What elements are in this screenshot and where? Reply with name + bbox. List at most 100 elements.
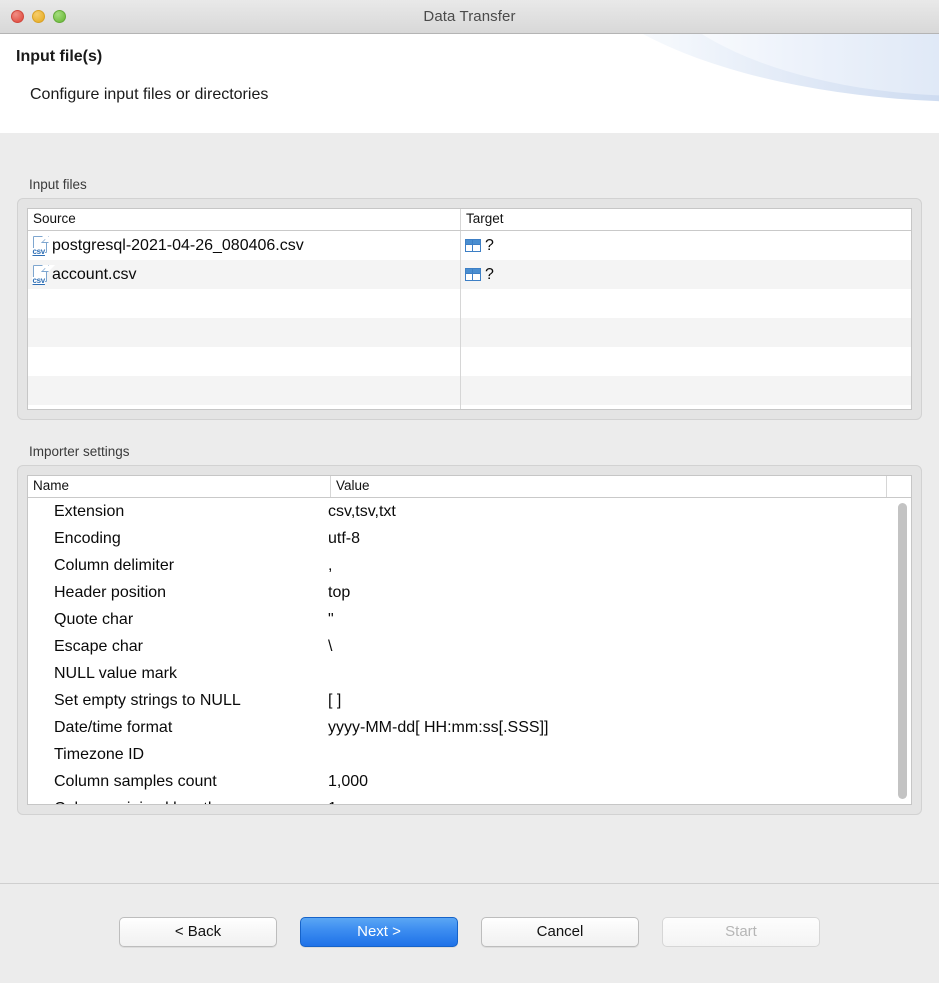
setting-value[interactable]: top bbox=[328, 584, 911, 602]
setting-value[interactable]: yyyy-MM-dd[ HH:mm:ss[.SSS]] bbox=[328, 719, 911, 737]
column-header-target[interactable]: Target bbox=[461, 209, 911, 230]
setting-value[interactable]: , bbox=[328, 557, 911, 575]
importer-settings-table-header: Name Value bbox=[28, 476, 911, 498]
source-file-name: account.csv bbox=[52, 265, 137, 283]
cell-source bbox=[28, 318, 461, 347]
setting-row[interactable]: Quote char " bbox=[28, 606, 911, 633]
cell-source bbox=[28, 289, 461, 318]
table-grid-icon bbox=[465, 239, 481, 252]
input-files-table-body: csv postgresql-2021-04-26_080406.csv ? c… bbox=[28, 231, 911, 409]
setting-value[interactable]: [ ] bbox=[328, 692, 911, 710]
start-button[interactable]: Start bbox=[662, 916, 820, 947]
cell-source bbox=[28, 347, 461, 376]
setting-value[interactable]: 1 bbox=[328, 800, 911, 805]
setting-value[interactable]: csv,tsv,txt bbox=[328, 503, 911, 521]
setting-name: NULL value mark bbox=[54, 664, 178, 682]
setting-row[interactable]: NULL value mark bbox=[28, 660, 911, 687]
target-value: ? bbox=[485, 236, 494, 254]
csv-file-icon: csv bbox=[32, 235, 55, 256]
setting-row[interactable]: Date/time format yyyy-MM-dd[ HH:mm:ss[.S… bbox=[28, 714, 911, 741]
table-row-empty[interactable] bbox=[28, 289, 911, 318]
table-row-empty[interactable] bbox=[28, 347, 911, 376]
cell-target[interactable]: ? bbox=[461, 260, 911, 289]
setting-row[interactable]: Timezone ID bbox=[28, 741, 911, 768]
cell-source bbox=[28, 405, 461, 409]
setting-value[interactable]: " bbox=[328, 611, 911, 629]
table-row-empty[interactable] bbox=[28, 405, 911, 409]
cell-source: csv account.csv bbox=[28, 260, 461, 289]
minimize-window-button[interactable] bbox=[32, 10, 45, 23]
cell-target bbox=[461, 405, 911, 409]
table-row[interactable]: csv postgresql-2021-04-26_080406.csv ? bbox=[28, 231, 911, 260]
importer-settings-group-label: Importer settings bbox=[29, 444, 130, 459]
close-window-button[interactable] bbox=[11, 10, 24, 23]
setting-name: Encoding bbox=[54, 529, 121, 547]
traffic-light-group bbox=[11, 0, 66, 33]
cell-target[interactable]: ? bbox=[461, 231, 911, 260]
wizard-footer: < Back Next > Cancel Start bbox=[0, 883, 939, 983]
setting-value[interactable]: \ bbox=[328, 638, 911, 656]
setting-name: Column delimiter bbox=[54, 556, 175, 574]
setting-row[interactable]: Column samples count 1,000 bbox=[28, 768, 911, 795]
window-titlebar: Data Transfer bbox=[0, 0, 939, 34]
setting-name: Extension bbox=[54, 502, 125, 520]
importer-settings-table[interactable]: Name Value Extension csv,tsv,txt Encodin… bbox=[27, 475, 912, 805]
header-decoration-swoosh bbox=[559, 34, 939, 102]
setting-row[interactable]: Column delimiter , bbox=[28, 552, 911, 579]
column-header-spacer bbox=[887, 476, 911, 497]
cell-target bbox=[461, 347, 911, 376]
table-row[interactable]: csv account.csv ? bbox=[28, 260, 911, 289]
cancel-button[interactable]: Cancel bbox=[481, 916, 639, 947]
table-row-empty[interactable] bbox=[28, 318, 911, 347]
csv-file-icon: csv bbox=[32, 264, 55, 285]
cell-target bbox=[461, 318, 911, 347]
setting-name: Header position bbox=[54, 583, 167, 601]
setting-row[interactable]: Extension csv,tsv,txt bbox=[28, 498, 911, 525]
next-button[interactable]: Next > bbox=[300, 916, 458, 947]
wizard-header: Input file(s) Configure input files or d… bbox=[0, 34, 939, 133]
setting-name: Timezone ID bbox=[54, 745, 145, 763]
setting-row[interactable]: Column minimal length 1 bbox=[28, 795, 911, 805]
header-decoration-swoosh-inner bbox=[639, 34, 939, 96]
setting-name: Escape char bbox=[54, 637, 143, 655]
input-files-group-label: Input files bbox=[29, 177, 87, 192]
setting-value[interactable]: 1,000 bbox=[328, 773, 911, 791]
page-title: Input file(s) bbox=[16, 48, 103, 65]
setting-row[interactable]: Header position top bbox=[28, 579, 911, 606]
setting-row[interactable]: Encoding utf-8 bbox=[28, 525, 911, 552]
maximize-window-button[interactable] bbox=[53, 10, 66, 23]
setting-name: Column minimal length bbox=[28, 800, 328, 805]
table-grid-icon bbox=[465, 268, 481, 281]
input-files-table[interactable]: Source Target csv postgresql-2021-04-26_… bbox=[27, 208, 912, 410]
setting-name: Date/time format bbox=[54, 718, 173, 736]
input-files-group: Input files Source Target csv postgresql… bbox=[17, 177, 922, 420]
setting-name: Quote char bbox=[54, 610, 134, 628]
cell-target bbox=[461, 376, 911, 405]
window-title: Data Transfer bbox=[423, 8, 516, 25]
wizard-body: Input files Source Target csv postgresql… bbox=[0, 133, 939, 883]
cell-source bbox=[28, 376, 461, 405]
input-files-table-header: Source Target bbox=[28, 209, 911, 231]
setting-row[interactable]: Set empty strings to NULL [ ] bbox=[28, 687, 911, 714]
setting-row[interactable]: Escape char \ bbox=[28, 633, 911, 660]
column-header-name[interactable]: Name bbox=[28, 476, 331, 497]
importer-settings-group-box: Name Value Extension csv,tsv,txt Encodin… bbox=[17, 465, 922, 815]
column-header-value[interactable]: Value bbox=[331, 476, 887, 497]
column-header-source[interactable]: Source bbox=[28, 209, 461, 230]
table-row-empty[interactable] bbox=[28, 376, 911, 405]
setting-name: Set empty strings to NULL bbox=[54, 691, 241, 709]
page-subtitle: Configure input files or directories bbox=[30, 86, 269, 103]
importer-settings-scrollbar[interactable] bbox=[896, 500, 909, 803]
cell-source: csv postgresql-2021-04-26_080406.csv bbox=[28, 231, 461, 260]
setting-name: Column samples count bbox=[54, 772, 217, 790]
scrollbar-thumb[interactable] bbox=[898, 503, 907, 799]
importer-settings-group: Importer settings Name Value Extension c… bbox=[17, 444, 922, 815]
input-files-group-box: Source Target csv postgresql-2021-04-26_… bbox=[17, 198, 922, 420]
importer-settings-scroll-viewport: Extension csv,tsv,txt Encoding utf-8 Col… bbox=[28, 498, 911, 805]
setting-value[interactable]: utf-8 bbox=[328, 530, 911, 548]
back-button[interactable]: < Back bbox=[119, 916, 277, 947]
target-value: ? bbox=[485, 265, 494, 283]
cell-target bbox=[461, 289, 911, 318]
source-file-name: postgresql-2021-04-26_080406.csv bbox=[52, 236, 304, 254]
data-transfer-window: Data Transfer Input file(s) Configure in… bbox=[0, 0, 939, 983]
